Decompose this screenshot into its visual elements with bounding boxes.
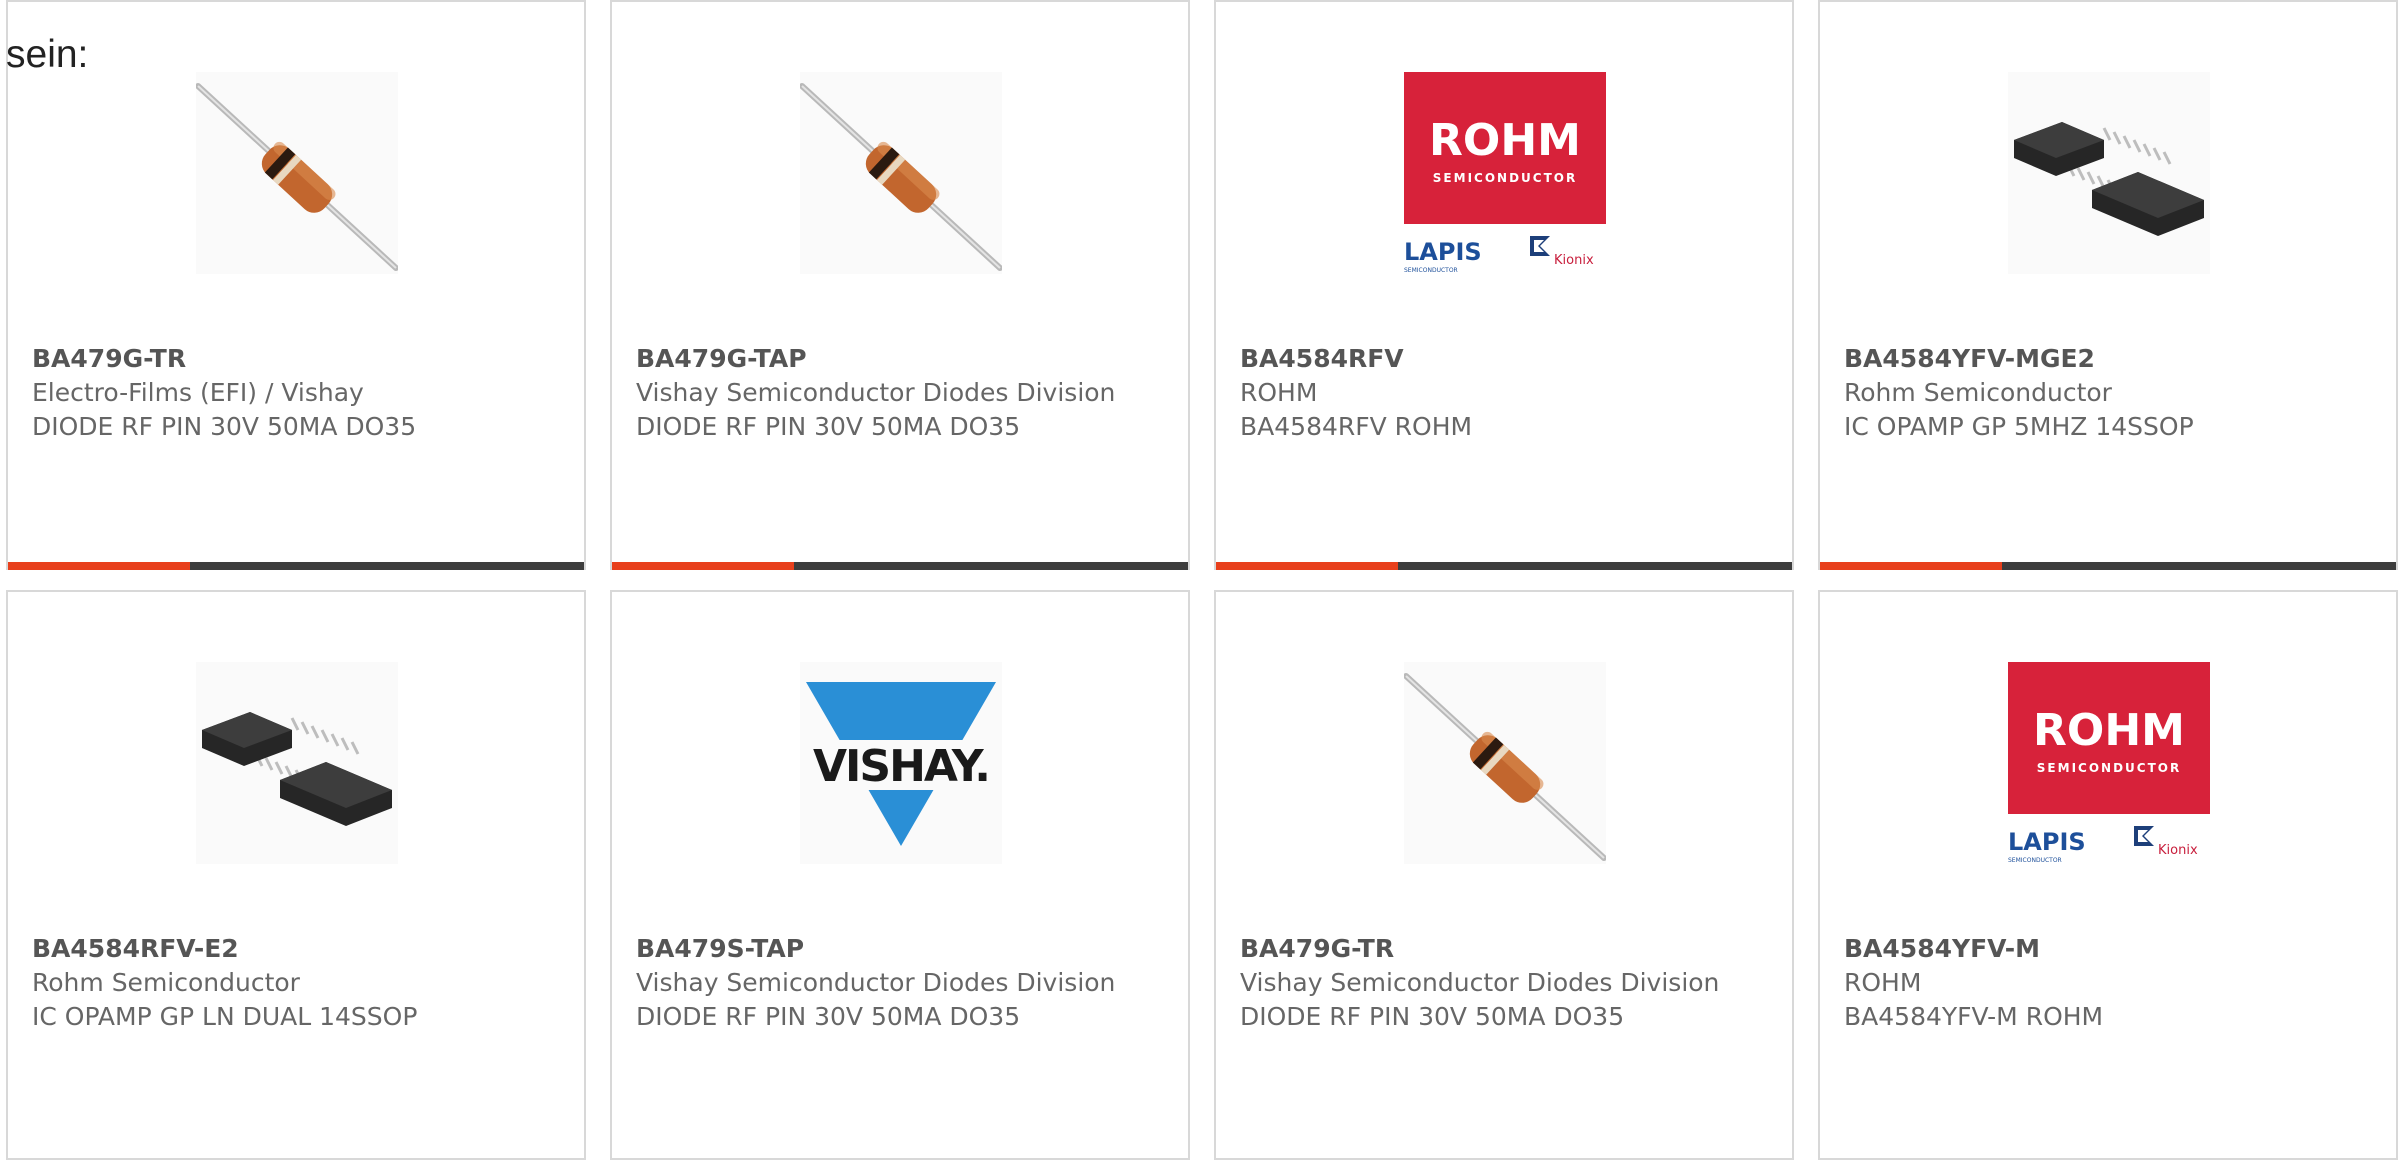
card-bottom-bar	[8, 562, 584, 570]
diode-icon	[1404, 662, 1606, 864]
description: DIODE RF PIN 30V 50MA DO35	[636, 412, 1021, 441]
description: IC OPAMP GP 5MHZ 14SSOP	[1844, 412, 2194, 441]
card-accent-bar	[1216, 562, 1398, 570]
lapis-logo-subtext: SEMICONDUCTOR	[1404, 267, 1458, 274]
product-card[interactable]: BA4584RFV-E2 Rohm Semiconductor IC OPAMP…	[6, 590, 586, 1160]
manufacturer: Electro-Films (EFI) / Vishay	[32, 378, 364, 407]
lapis-logo-text: LAPIS	[2008, 828, 2086, 856]
lapis-logo-text: LAPIS	[1404, 238, 1482, 266]
rohm-logo: ROHM SEMICONDUCTOR LAPIS SEMICONDUCTOR K…	[2008, 662, 2210, 864]
card-bottom-bar	[612, 562, 1188, 570]
kionix-logo-text: Kionix	[2158, 843, 2198, 858]
product-card[interactable]: BA4584YFV-MGE2 Rohm Semiconductor IC OPA…	[1818, 0, 2398, 570]
description: DIODE RF PIN 30V 50MA DO35	[32, 412, 417, 441]
vishay-logo-text: VISHAY.	[813, 741, 989, 792]
manufacturer: Vishay Semiconductor Diodes Division	[1240, 968, 1720, 997]
card-bottom-bar	[1216, 562, 1792, 570]
rohm-logo-subtext: SEMICONDUCTOR	[2037, 761, 2181, 775]
manufacturer: Rohm Semiconductor	[32, 968, 300, 997]
manufacturer: ROHM	[1844, 968, 1922, 997]
rohm-logo-text: ROHM	[1429, 115, 1581, 166]
description: DIODE RF PIN 30V 50MA DO35	[1240, 1002, 1625, 1031]
diode-icon	[196, 72, 398, 274]
part-number[interactable]: BA4584YFV-M	[1844, 932, 2372, 966]
manufacturer: ROHM	[1240, 378, 1318, 407]
part-number[interactable]: BA479S-TAP	[636, 932, 1164, 966]
product-image	[2008, 72, 2210, 274]
description: IC OPAMP GP LN DUAL 14SSOP	[32, 1002, 418, 1031]
product-image	[1404, 662, 1606, 864]
manufacturer: Vishay Semiconductor Diodes Division	[636, 968, 1116, 997]
product-card[interactable]: ROHM SEMICONDUCTOR LAPIS SEMICONDUCTOR K…	[1214, 0, 1794, 570]
product-image: ROHM SEMICONDUCTOR LAPIS SEMICONDUCTOR K…	[2008, 662, 2210, 864]
ic-chip-icon	[2008, 72, 2210, 274]
product-card[interactable]: ROHM SEMICONDUCTOR LAPIS SEMICONDUCTOR K…	[1818, 590, 2398, 1160]
card-accent-bar	[8, 562, 190, 570]
part-number[interactable]: BA479G-TR	[32, 342, 560, 376]
card-accent-bar	[1820, 562, 2002, 570]
part-number[interactable]: BA479G-TR	[1240, 932, 1768, 966]
intro-text: sein:	[6, 33, 89, 76]
card-accent-bar	[612, 562, 794, 570]
rohm-logo: ROHM SEMICONDUCTOR LAPIS SEMICONDUCTOR K…	[1404, 72, 1606, 274]
part-number[interactable]: BA479G-TAP	[636, 342, 1164, 376]
product-card[interactable]: BA479G-TR Electro-Films (EFI) / Vishay D…	[6, 0, 586, 570]
rohm-logo-subtext: SEMICONDUCTOR	[1433, 171, 1577, 185]
ic-chip-icon	[196, 662, 398, 864]
product-image	[800, 72, 1002, 274]
product-card[interactable]: VISHAY. BA479S-TAP Vishay Semiconductor …	[610, 590, 1190, 1160]
product-card[interactable]: BA479G-TAP Vishay Semiconductor Diodes D…	[610, 0, 1190, 570]
description: BA4584YFV-M ROHM	[1844, 1002, 2104, 1031]
product-card[interactable]: BA479G-TR Vishay Semiconductor Diodes Di…	[1214, 590, 1794, 1160]
part-number[interactable]: BA4584YFV-MGE2	[1844, 342, 2372, 376]
product-image	[196, 72, 398, 274]
manufacturer: Rohm Semiconductor	[1844, 378, 2112, 407]
card-bottom-bar	[1820, 562, 2396, 570]
kionix-logo-text: Kionix	[1554, 253, 1594, 268]
part-number[interactable]: BA4584RFV-E2	[32, 932, 560, 966]
part-number[interactable]: BA4584RFV	[1240, 342, 1768, 376]
product-image	[196, 662, 398, 864]
diode-icon	[800, 72, 1002, 274]
product-image: VISHAY.	[800, 662, 1002, 864]
description: DIODE RF PIN 30V 50MA DO35	[636, 1002, 1021, 1031]
manufacturer: Vishay Semiconductor Diodes Division	[636, 378, 1116, 407]
lapis-logo-subtext: SEMICONDUCTOR	[2008, 857, 2062, 864]
vishay-logo: VISHAY.	[800, 662, 1002, 864]
product-image: ROHM SEMICONDUCTOR LAPIS SEMICONDUCTOR K…	[1404, 72, 1606, 274]
description: BA4584RFV ROHM	[1240, 412, 1473, 441]
rohm-logo-text: ROHM	[2033, 705, 2185, 756]
